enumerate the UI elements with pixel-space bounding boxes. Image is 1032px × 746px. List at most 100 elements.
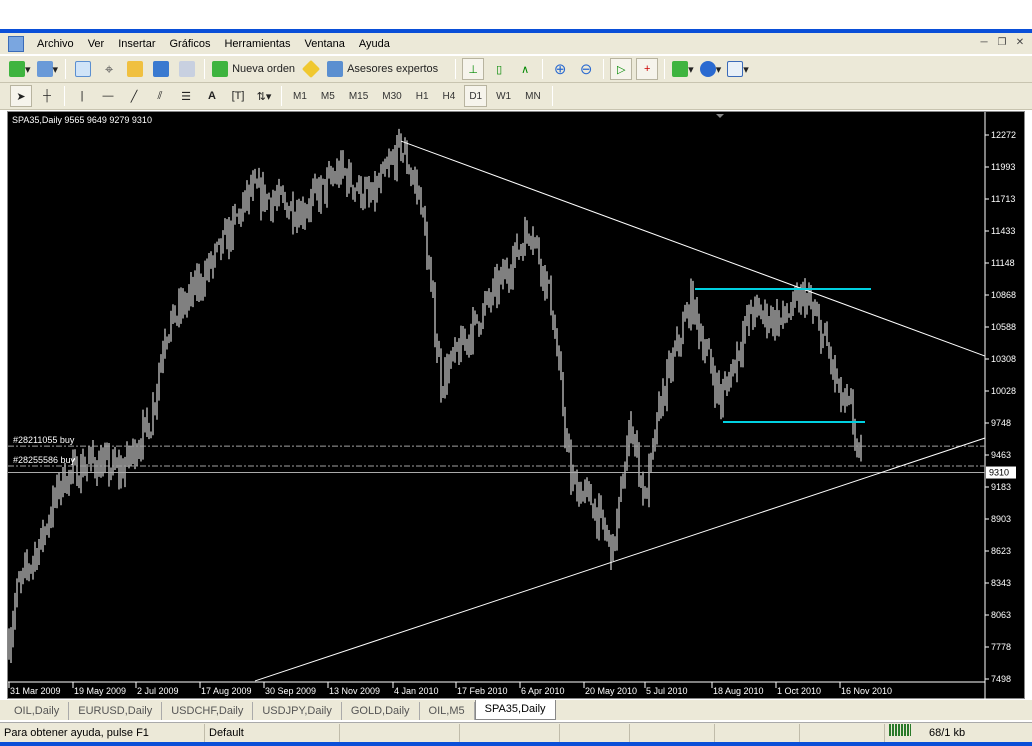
text-icon: A (208, 90, 216, 102)
status-bar: Para obtener ayuda, pulse F1 Default 68/… (0, 722, 1032, 742)
arrows-icon: ⇅▾ (256, 90, 272, 103)
zoom-in-button[interactable]: ⊕ (549, 58, 571, 80)
candlestick-icon: ▯ (496, 63, 503, 76)
tab-usdchf-daily[interactable]: USDCHF,Daily (162, 702, 254, 720)
indicators-button[interactable]: ▾ (671, 58, 695, 80)
chart-shift-icon: + (643, 63, 651, 75)
date-label: 30 Sep 2009 (265, 686, 316, 696)
minimize-button[interactable]: ─ (976, 36, 992, 50)
terminal-button[interactable] (150, 58, 172, 80)
tab-eurusd-daily[interactable]: EURUSD,Daily (69, 702, 163, 720)
timeframe-m15[interactable]: M15 (344, 85, 373, 107)
price-label: 11993 (991, 162, 1015, 172)
date-label: 13 Nov 2009 (329, 686, 380, 696)
date-label: 20 May 2010 (585, 686, 637, 696)
timeframe-m30[interactable]: M30 (377, 85, 406, 107)
menu-ver[interactable]: Ver (81, 38, 112, 50)
app-icon[interactable] (8, 35, 24, 52)
menu-ayuda[interactable]: Ayuda (352, 38, 397, 50)
restore-button[interactable]: ❐ (994, 36, 1010, 50)
timeframe-h1[interactable]: H1 (411, 85, 434, 107)
cursor-button[interactable]: ➤ (10, 85, 32, 107)
date-label: 4 Jan 2010 (394, 686, 439, 696)
date-label: 1 Oct 2010 (777, 686, 821, 696)
menu-insertar[interactable]: Insertar (111, 38, 162, 50)
timeframe-w1[interactable]: W1 (491, 85, 516, 107)
drawing-toolbar: ➤ ┼ | — ╱ ⫽ ☰ A [T] ⇅▾ M1 M5 M15 M30 H1 … (0, 83, 1032, 110)
horizontal-line-button[interactable]: — (97, 85, 119, 107)
date-label: 16 Nov 2010 (841, 686, 892, 696)
timeframe-h4[interactable]: H4 (438, 85, 461, 107)
date-label: 2 Jul 2009 (137, 686, 179, 696)
chart-tabs: OIL,Daily EURUSD,Daily USDCHF,Daily USDJPY,… (0, 700, 1032, 720)
trendline-button[interactable]: ╱ (123, 85, 145, 107)
menu-archivo[interactable]: Archivo (30, 38, 81, 50)
date-label: 19 May 2009 (74, 686, 126, 696)
new-chart-button[interactable]: ▾ (8, 58, 32, 80)
profiles-button[interactable]: ▾ (36, 58, 60, 80)
zoom-out-button[interactable]: ⊖ (575, 58, 597, 80)
tester-button[interactable] (176, 58, 198, 80)
status-traffic: 68/1 kb (929, 726, 966, 739)
menu-ventana[interactable]: Ventana (298, 38, 352, 50)
market-watch-button[interactable] (72, 58, 94, 80)
autoscroll-button[interactable]: ▷ (610, 58, 633, 80)
clock-icon (699, 61, 716, 77)
bar-chart-button[interactable]: ⊥ (462, 58, 485, 80)
tab-oil-daily[interactable]: OIL,Daily (5, 702, 70, 720)
date-label: 6 Apr 2010 (521, 686, 565, 696)
timeframe-d1[interactable]: D1 (464, 85, 488, 107)
vertical-line-button[interactable]: | (71, 85, 93, 107)
trendline-icon: ╱ (130, 90, 138, 103)
tab-spa35-daily[interactable]: SPA35,Daily (474, 700, 556, 720)
timeframe-m5[interactable]: M5 (316, 85, 340, 107)
navigator-button[interactable] (124, 58, 146, 80)
timeframe-mn[interactable]: MN (520, 85, 546, 107)
crosshair-button[interactable]: ┼ (36, 85, 58, 107)
warning-icon (302, 59, 321, 79)
tab-gold-daily[interactable]: GOLD,Daily (342, 702, 420, 720)
timeframe-m1[interactable]: M1 (288, 85, 312, 107)
price-label: 9463 (991, 450, 1011, 460)
date-label: 5 Jul 2010 (646, 686, 688, 696)
new-chart-icon (9, 61, 25, 77)
order-label: #28255586 buy (13, 455, 76, 465)
zoom-out-icon: ⊖ (579, 61, 593, 78)
new-order-button[interactable]: Nueva orden (211, 58, 296, 80)
periods-button[interactable]: ▾ (699, 58, 723, 80)
connection-icon (885, 723, 925, 742)
trendline (254, 437, 986, 682)
equidistant-channel-button[interactable]: ⫽ (149, 85, 171, 107)
status-help: Para obtener ayuda, pulse F1 (0, 723, 205, 742)
price-label: 11148 (991, 258, 1015, 268)
text-button[interactable]: A (201, 85, 223, 107)
price-label: 10868 (991, 290, 1016, 300)
crosshair-icon: ⌖ (104, 60, 114, 78)
templates-button[interactable]: ▾ (726, 58, 750, 80)
text-label-button[interactable]: [T] (227, 85, 249, 107)
channel-icon: ⫽ (157, 89, 163, 102)
new-order-label: Nueva orden (232, 63, 296, 75)
price-label: 8903 (991, 514, 1011, 524)
warning-button[interactable] (300, 58, 322, 80)
arrows-button[interactable]: ⇅▾ (253, 85, 275, 107)
menu-graficos[interactable]: Gráficos (163, 38, 218, 50)
chart-shift-button[interactable]: + (636, 58, 659, 80)
date-label: 18 Aug 2010 (713, 686, 764, 696)
close-button[interactable]: ✕ (1012, 36, 1028, 50)
experts-button[interactable]: Asesores expertos (326, 58, 439, 80)
menu-herramientas[interactable]: Herramientas (217, 38, 297, 50)
price-label: 9183 (991, 482, 1011, 492)
fibonacci-button[interactable]: ☰ (175, 85, 197, 107)
autoscroll-icon: ▷ (616, 63, 626, 76)
data-window-button[interactable]: ⌖ (98, 58, 120, 80)
tab-usdjpy-daily[interactable]: USDJPY,Daily (253, 702, 342, 720)
price-label: 12272 (991, 130, 1016, 140)
candle-chart-button[interactable]: ▯ (488, 58, 510, 80)
tab-oil-m5[interactable]: OIL,M5 (420, 702, 475, 720)
standard-toolbar: ▾ ▾ ⌖ Nueva orden Asesores expertos ⊥ ▯ … (0, 56, 1032, 83)
price-chart[interactable]: 12272 11993 11713 11433 11148 10868 10588 10308… (7, 111, 1025, 700)
price-label: 7498 (991, 674, 1011, 684)
line-chart-button[interactable]: ∧ (514, 58, 536, 80)
indicators-icon (672, 61, 689, 77)
